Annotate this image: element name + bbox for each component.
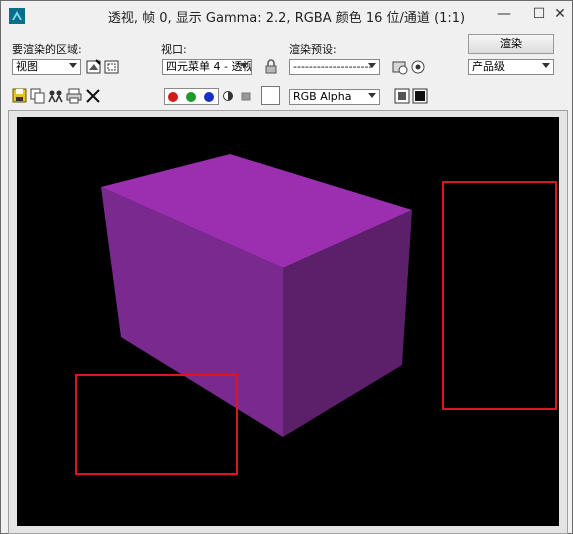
clear-icon[interactable]: [84, 87, 102, 105]
chevron-down-icon: [542, 63, 550, 68]
render-preset-value: --------------------: [293, 60, 373, 73]
lock-icon[interactable]: [262, 58, 280, 76]
render-button[interactable]: 渲染: [468, 34, 554, 54]
background-color-swatch[interactable]: [261, 86, 280, 105]
area-to-render-value: 视图: [16, 60, 38, 73]
rendered-frame-window: 透视, 帧 0, 显示 Gamma: 2.2, RGBA 颜色 16 位/通道 …: [0, 0, 573, 534]
area-to-render-label: 要渲染的区域:: [12, 43, 82, 56]
chevron-down-icon: [368, 93, 376, 98]
rendered-image[interactable]: [17, 117, 559, 526]
channel-display-value: RGB Alpha: [293, 90, 352, 103]
green-channel-toggle[interactable]: [186, 92, 196, 102]
effects-icon[interactable]: [409, 58, 427, 76]
render-quality-select[interactable]: 产品级: [468, 59, 554, 75]
blue-channel-toggle[interactable]: [204, 92, 214, 102]
monochrome-icon[interactable]: [221, 88, 235, 104]
alpha-display-icon[interactable]: [393, 87, 411, 105]
area-to-render-select[interactable]: 视图: [12, 59, 81, 75]
print-icon[interactable]: [65, 87, 83, 105]
render-preset-select[interactable]: --------------------: [289, 59, 380, 75]
viewport-select[interactable]: 四元菜单 4 - 透视: [162, 59, 252, 75]
chevron-down-icon: [368, 63, 376, 68]
chevron-down-icon: [69, 63, 77, 68]
color-swatch-icon[interactable]: [239, 88, 253, 104]
viewport-label: 视口:: [161, 43, 187, 56]
environment-icon[interactable]: [391, 58, 409, 76]
render-quality-value: 产品级: [472, 60, 505, 73]
channel-toggles: [164, 88, 219, 105]
auto-region-icon[interactable]: [103, 58, 121, 76]
red-channel-toggle[interactable]: [168, 92, 178, 102]
chevron-down-icon: [240, 63, 248, 68]
clone-frame-buffer-icon[interactable]: [47, 87, 65, 105]
copy-image-icon[interactable]: [29, 87, 47, 105]
minimize-button[interactable]: —: [484, 1, 524, 27]
edit-region-icon[interactable]: [85, 58, 103, 76]
save-icon[interactable]: [11, 87, 29, 105]
render-canvas: [75, 154, 557, 475]
highlight-box-right: [442, 181, 557, 410]
display-mode-icon[interactable]: [411, 87, 429, 105]
close-button[interactable]: ✕: [547, 1, 573, 27]
title-bar[interactable]: 透视, 帧 0, 显示 Gamma: 2.2, RGBA 颜色 16 位/通道 …: [1, 1, 572, 31]
render-preset-label: 渲染预设:: [289, 43, 337, 56]
channel-display-select[interactable]: RGB Alpha: [289, 89, 380, 105]
